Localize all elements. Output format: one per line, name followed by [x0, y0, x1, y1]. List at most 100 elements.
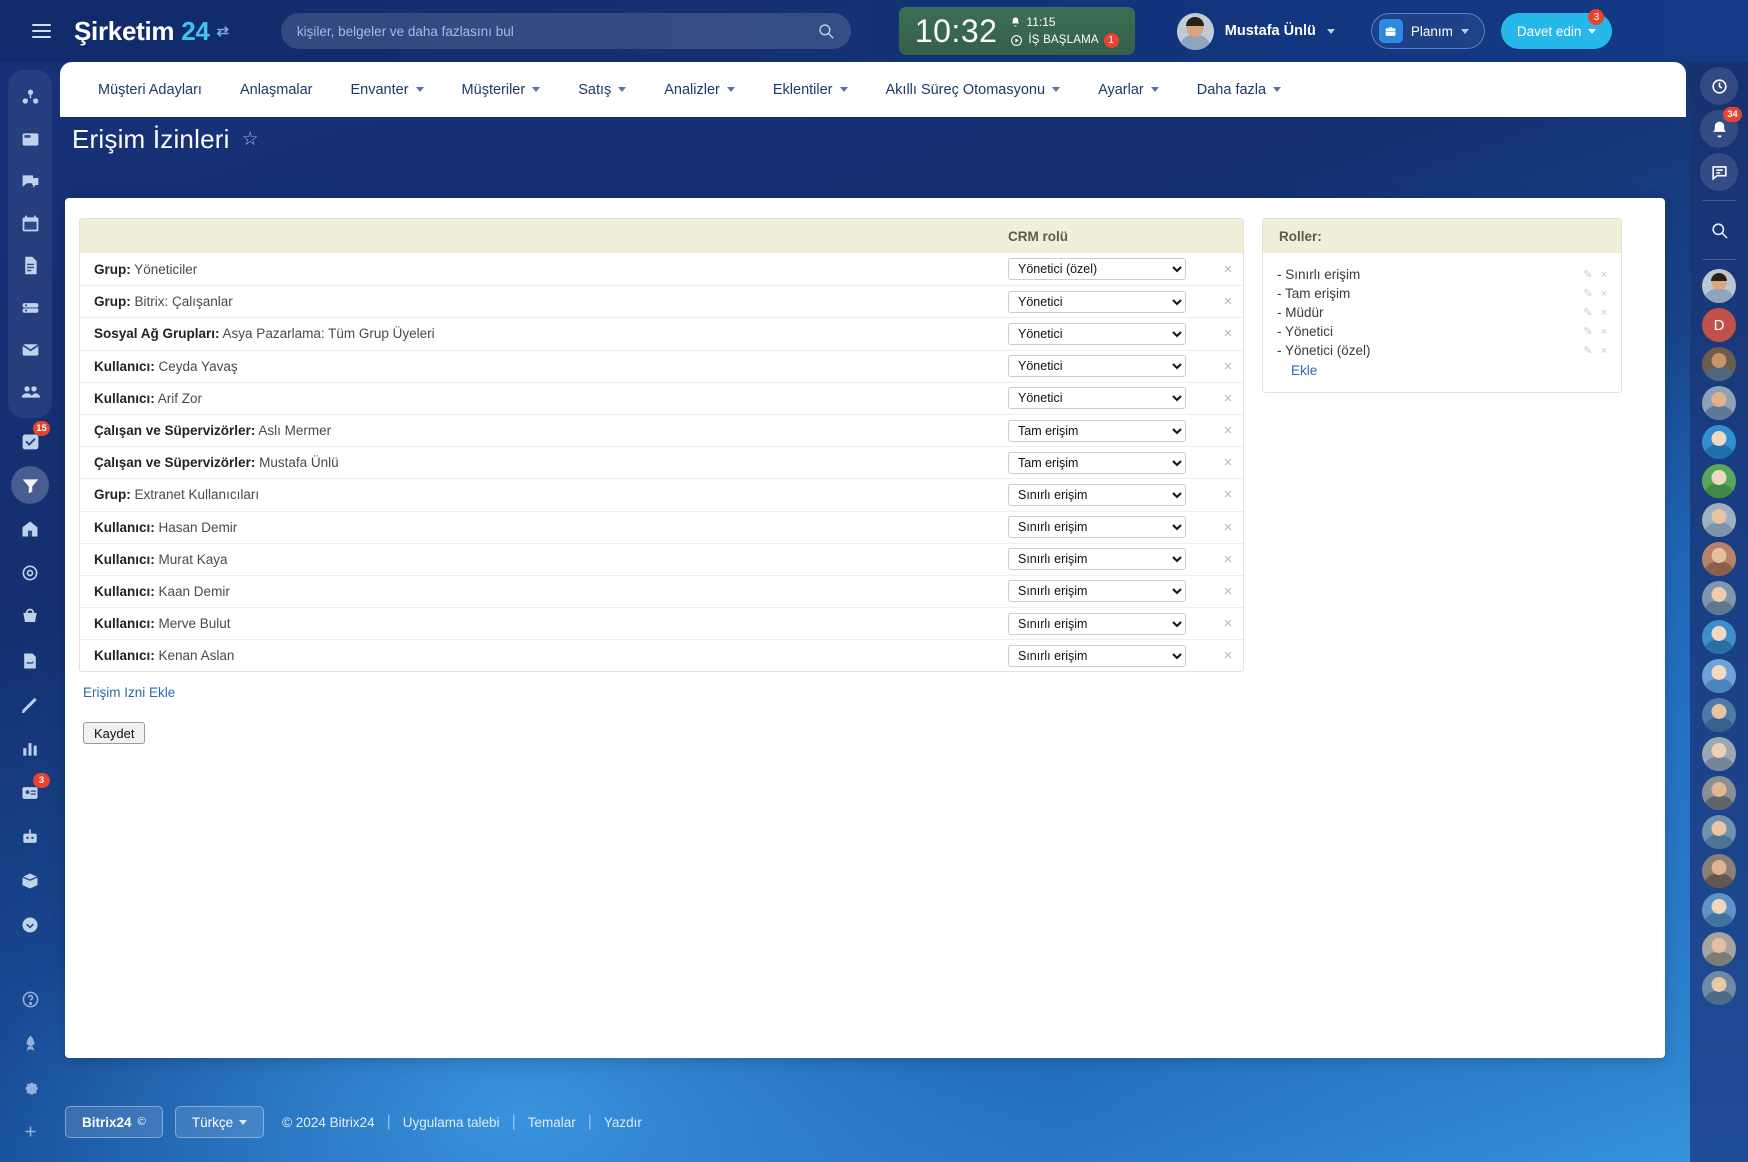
role-select[interactable]: Sınırlı erişimTam erişimMüdürYöneticiYön…: [1008, 483, 1186, 506]
collab-icon[interactable]: [8, 76, 52, 118]
close-x-icon[interactable]: ×: [1224, 359, 1233, 374]
play-circle-icon[interactable]: [1010, 34, 1023, 47]
avatar[interactable]: [1702, 425, 1736, 459]
app-logo[interactable]: Şirketim 24 ⇄: [74, 16, 229, 47]
role-select[interactable]: Sınırlı erişimTam erişimMüdürYöneticiYön…: [1008, 580, 1186, 603]
role-select[interactable]: Sınırlı erişimTam erişimMüdürYöneticiYön…: [1008, 419, 1186, 442]
close-x-icon[interactable]: ×: [1224, 520, 1233, 535]
chevron-down-icon[interactable]: [726, 87, 735, 92]
avatar[interactable]: [1702, 464, 1736, 498]
avatar[interactable]: [1702, 659, 1736, 693]
role-select[interactable]: Sınırlı erişimTam erişimMüdürYöneticiYön…: [1008, 258, 1186, 281]
avatar[interactable]: [1702, 971, 1736, 1005]
avatar[interactable]: [1702, 620, 1736, 654]
star-icon[interactable]: ☆: [242, 128, 259, 151]
avatar[interactable]: [1702, 932, 1736, 966]
drive-icon[interactable]: [8, 286, 52, 328]
role-select[interactable]: Sınırlı erişimTam erişimMüdürYöneticiYön…: [1008, 644, 1186, 667]
chevron-down-icon[interactable]: [1273, 87, 1282, 92]
signature-icon[interactable]: [8, 640, 52, 682]
nav-item-inventory[interactable]: Envanter: [333, 74, 442, 106]
add-role-link[interactable]: Ekle: [1291, 363, 1607, 378]
chevron-down-icon[interactable]: [1326, 28, 1335, 34]
nav-item-analytics[interactable]: Analizler: [646, 74, 753, 106]
save-button[interactable]: Kaydet: [83, 722, 146, 745]
pencil-icon[interactable]: ✎: [1583, 344, 1592, 357]
footer-link-app-request[interactable]: Uygulama talebi: [403, 1115, 500, 1130]
nav-item-more[interactable]: Daha fazla: [1179, 74, 1299, 106]
user-menu[interactable]: Mustafa Ünlü: [1176, 12, 1335, 50]
chevron-down-icon[interactable]: [839, 87, 848, 92]
marketing-icon[interactable]: [8, 552, 52, 594]
close-x-icon[interactable]: ×: [1224, 326, 1233, 341]
documents-icon[interactable]: [8, 244, 52, 286]
time-tracker-icon[interactable]: [1700, 67, 1738, 105]
close-x-icon[interactable]: ×: [1224, 423, 1233, 438]
avatar[interactable]: [1702, 854, 1736, 888]
search-icon[interactable]: [1699, 210, 1739, 250]
inventory-icon[interactable]: [8, 860, 52, 902]
chevron-down-icon[interactable]: [415, 87, 424, 92]
chevron-down-icon[interactable]: [532, 87, 541, 92]
contact-center-icon[interactable]: 3: [8, 772, 52, 814]
close-x-icon[interactable]: ×: [1601, 269, 1607, 281]
search-icon[interactable]: [817, 22, 835, 40]
avatar[interactable]: [1176, 12, 1214, 50]
close-x-icon[interactable]: ×: [1601, 326, 1607, 338]
messenger-icon[interactable]: [1700, 153, 1738, 191]
avatar[interactable]: [1702, 269, 1736, 303]
close-x-icon[interactable]: ×: [1224, 262, 1233, 277]
nav-item-addons[interactable]: Eklentiler: [755, 74, 866, 106]
sites-shop-icon[interactable]: [8, 596, 52, 638]
role-select[interactable]: Sınırlı erişimTam erişimMüdürYöneticiYön…: [1008, 612, 1186, 635]
role-select[interactable]: Sınırlı erişimTam erişimMüdürYöneticiYön…: [1008, 451, 1186, 474]
mail-icon[interactable]: [8, 328, 52, 370]
pencil-icon[interactable]: ✎: [1583, 306, 1592, 319]
calendar-icon[interactable]: [8, 202, 52, 244]
pencil-icon[interactable]: ✎: [1583, 268, 1592, 281]
settings-icon[interactable]: [8, 1066, 52, 1108]
more-icon[interactable]: [8, 904, 52, 946]
invite-button[interactable]: Davet edin 3: [1500, 9, 1613, 49]
hamburger-menu-icon[interactable]: [24, 14, 58, 48]
close-x-icon[interactable]: ×: [1224, 294, 1233, 309]
help-icon[interactable]: [8, 978, 52, 1020]
close-x-icon[interactable]: ×: [1601, 288, 1607, 300]
avatar[interactable]: [1702, 698, 1736, 732]
chevron-down-icon[interactable]: [239, 1119, 248, 1125]
pencil-icon[interactable]: ✎: [1583, 325, 1592, 338]
chevron-down-icon[interactable]: [1052, 87, 1061, 92]
role-select[interactable]: Sınırlı erişimTam erişimMüdürYöneticiYön…: [1008, 355, 1186, 378]
chevron-down-icon[interactable]: [1150, 87, 1159, 92]
role-select[interactable]: Sınırlı erişimTam erişimMüdürYöneticiYön…: [1008, 290, 1186, 313]
close-x-icon[interactable]: ×: [1601, 345, 1607, 357]
avatar[interactable]: D: [1702, 308, 1736, 342]
nav-item-automation[interactable]: Akıllı Süreç Otomasyonu: [868, 74, 1079, 106]
avatar[interactable]: [1702, 503, 1736, 537]
avatar[interactable]: [1702, 581, 1736, 615]
close-x-icon[interactable]: ×: [1224, 391, 1233, 406]
close-x-icon[interactable]: ×: [1224, 455, 1233, 470]
my-plan-button[interactable]: Planım: [1370, 13, 1485, 49]
role-select[interactable]: Sınırlı erişimTam erişimMüdürYöneticiYön…: [1008, 516, 1186, 539]
add-icon[interactable]: [8, 1110, 52, 1152]
footer-link-themes[interactable]: Temalar: [528, 1115, 576, 1130]
close-x-icon[interactable]: ×: [1224, 648, 1233, 663]
role-select[interactable]: Sınırlı erişimTam erişimMüdürYöneticiYön…: [1008, 322, 1186, 345]
news-feed-icon[interactable]: [8, 118, 52, 160]
group-icon[interactable]: [8, 370, 52, 412]
pencil-icon[interactable]: ✎: [1583, 287, 1592, 300]
avatar[interactable]: [1702, 893, 1736, 927]
close-x-icon[interactable]: ×: [1224, 616, 1233, 631]
tasks-icon[interactable]: 15: [8, 420, 52, 462]
avatar[interactable]: [1702, 737, 1736, 771]
chat-icon[interactable]: [8, 160, 52, 202]
language-selector[interactable]: Türkçe: [174, 1106, 265, 1138]
chevron-down-icon[interactable]: [1588, 28, 1597, 34]
search-input[interactable]: [296, 23, 817, 39]
chevron-down-icon[interactable]: [618, 87, 627, 92]
bitrix24-brand-button[interactable]: Bitrix24 ©: [65, 1106, 163, 1138]
work-timer-widget[interactable]: 10:32 11:15 İŞ BAŞLAMA 1: [898, 7, 1135, 55]
add-permission-link[interactable]: Erişim Izni Ekle: [83, 685, 175, 700]
nav-item-settings[interactable]: Ayarlar: [1080, 74, 1177, 106]
